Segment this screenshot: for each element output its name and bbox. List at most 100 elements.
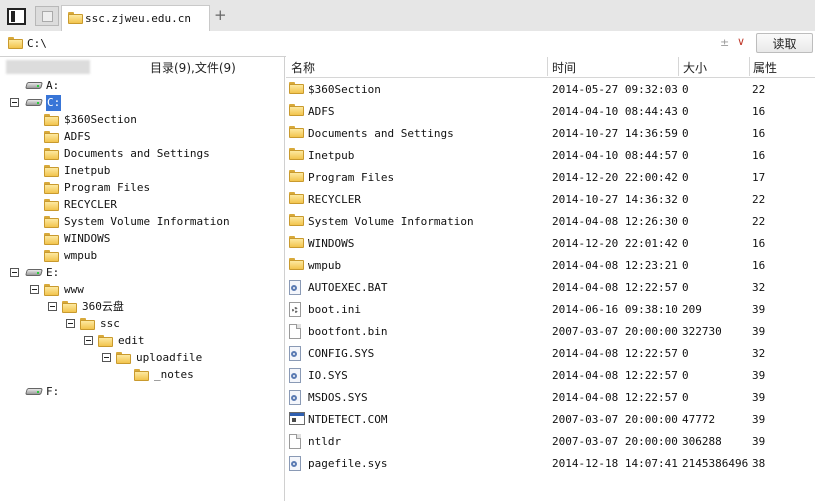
system-file-icon [289,346,301,361]
table-row[interactable]: wmpub 2014-04-08 12:23:21 0 16 [286,255,815,277]
file-name: System Volume Information [308,215,474,228]
table-row[interactable]: RECYCLER 2014-10-27 14:36:32 0 22 [286,189,815,211]
column-name[interactable]: 名称 [291,59,315,76]
folder-icon [44,131,59,143]
tree-node[interactable]: www [0,282,280,298]
tree-node-label: ADFS [64,130,91,143]
collapse-toggle[interactable] [84,336,93,345]
table-row[interactable]: AUTOEXEC.BAT 2014-04-08 12:22:57 0 32 [286,277,815,299]
tree-node[interactable]: C: [0,95,280,111]
folder-icon [289,192,304,204]
collapse-toggle[interactable] [102,353,111,362]
file-size: 2145386496 [682,457,749,470]
file-name: pagefile.sys [308,457,388,470]
column-time[interactable]: 时间 [552,59,576,76]
table-row[interactable]: pagefile.sys 2014-12-18 14:07:41 214538649… [286,453,815,475]
collapse-toggle[interactable] [10,98,19,107]
drive-icon [26,80,42,90]
tree-node[interactable]: Documents and Settings [0,146,280,162]
tree-node[interactable]: A: [0,78,280,94]
tree-node-label: F: [46,385,60,398]
tree-node[interactable]: F: [0,384,280,400]
sidebar-toggle-icon[interactable] [7,8,26,25]
file-icon [289,434,301,449]
table-row[interactable]: $360Section 2014-05-27 09:32:03 0 22 [286,79,815,101]
tree-node[interactable]: wmpub [0,248,280,264]
table-row[interactable]: boot.ini 2014-06-16 09:38:10 209 39 [286,299,815,321]
file-time: 2014-12-20 22:01:42 [552,237,678,250]
file-size: 0 [682,369,689,382]
tree-node[interactable]: 360云盘 [0,299,280,315]
file-size: 0 [682,83,689,96]
tree-node[interactable]: System Volume Information [0,214,280,230]
file-size: 306288 [682,435,722,448]
file-size: 0 [682,391,689,404]
tree-node[interactable]: ssc [0,316,280,332]
file-attr: 39 [752,413,766,426]
add-tab-button[interactable]: + [214,6,227,24]
column-attr[interactable]: 属性 [753,59,777,76]
tree-node[interactable]: edit [0,333,280,349]
tree-node-label: _notes [154,368,194,381]
table-row[interactable]: ntldr 2007-03-07 20:00:00 306288 39 [286,431,815,453]
column-header: 名称 时间 大小 属性 [286,56,815,78]
tree-node[interactable]: Program Files [0,180,280,196]
table-row[interactable]: IO.SYS 2014-04-08 12:22:57 0 39 [286,365,815,387]
collapse-toggle[interactable] [48,302,57,311]
tree-node[interactable]: E: [0,265,280,281]
tab-ssc[interactable]: ssc.zjweu.edu.cn [61,5,210,31]
tab-bar: ssc.zjweu.edu.cn + [0,0,815,32]
page-icon[interactable] [35,6,59,26]
folder-icon [62,301,77,313]
tree-node[interactable]: RECYCLER [0,197,280,213]
file-name: AUTOEXEC.BAT [308,281,388,294]
file-attr: 17 [752,171,766,184]
file-name: IO.SYS [308,369,348,382]
table-row[interactable]: Inetpub 2014-04-10 08:44:57 0 16 [286,145,815,167]
table-row[interactable]: Documents and Settings 2014-10-27 14:36:5… [286,123,815,145]
read-button[interactable]: 读取 [756,33,813,53]
file-size: 0 [682,347,689,360]
tree-node[interactable]: ADFS [0,129,280,145]
file-time: 2014-04-08 12:23:21 [552,259,678,272]
chevron-down-icon[interactable]: ∨ [737,35,745,48]
tree-node[interactable]: Inetpub [0,163,280,179]
tree-node[interactable]: WINDOWS [0,231,280,247]
file-name: RECYCLER [308,193,361,206]
system-file-icon [289,368,301,383]
table-row[interactable]: Program Files 2014-12-20 22:00:42 0 17 [286,167,815,189]
tree-node[interactable]: _notes [0,367,280,383]
tree-node-label: Documents and Settings [64,147,210,160]
column-divider[interactable] [678,57,679,76]
collapse-toggle[interactable] [30,285,39,294]
table-row[interactable]: MSDOS.SYS 2014-04-08 12:22:57 0 39 [286,387,815,409]
tree-node[interactable]: uploadfile [0,350,280,366]
table-row[interactable]: NTDETECT.COM 2007-03-07 20:00:00 47772 39 [286,409,815,431]
column-divider[interactable] [749,57,750,76]
file-time: 2007-03-07 20:00:00 [552,413,678,426]
drive-icon [26,267,42,277]
file-size: 0 [682,259,689,272]
settings-file-icon [289,302,301,317]
table-row[interactable]: System Volume Information 2014-04-08 12:2… [286,211,815,233]
file-attr: 22 [752,193,766,206]
tree-node[interactable]: $360Section [0,112,280,128]
pin-icon[interactable]: ± [720,36,729,49]
tree-node-label: 360云盘 [82,300,124,313]
table-row[interactable]: WINDOWS 2014-12-20 22:01:42 0 16 [286,233,815,255]
table-row[interactable]: ADFS 2014-04-10 08:44:43 0 16 [286,101,815,123]
column-divider[interactable] [547,57,548,76]
column-size[interactable]: 大小 [683,59,707,76]
path-input[interactable] [27,36,717,50]
collapse-toggle[interactable] [10,268,19,277]
collapse-toggle[interactable] [66,319,75,328]
tree-node-label: System Volume Information [64,215,230,228]
folder-icon [44,250,59,262]
table-row[interactable]: CONFIG.SYS 2014-04-08 12:22:57 0 32 [286,343,815,365]
file-time: 2014-04-08 12:22:57 [552,369,678,382]
file-size: 0 [682,171,689,184]
file-time: 2014-04-08 12:22:57 [552,391,678,404]
file-time: 2007-03-07 20:00:00 [552,325,678,338]
directory-tree: 目录(9),文件(9) A: C: $360Section ADFS Documents… [0,56,285,501]
table-row[interactable]: bootfont.bin 2007-03-07 20:00:00 322730 39 [286,321,815,343]
